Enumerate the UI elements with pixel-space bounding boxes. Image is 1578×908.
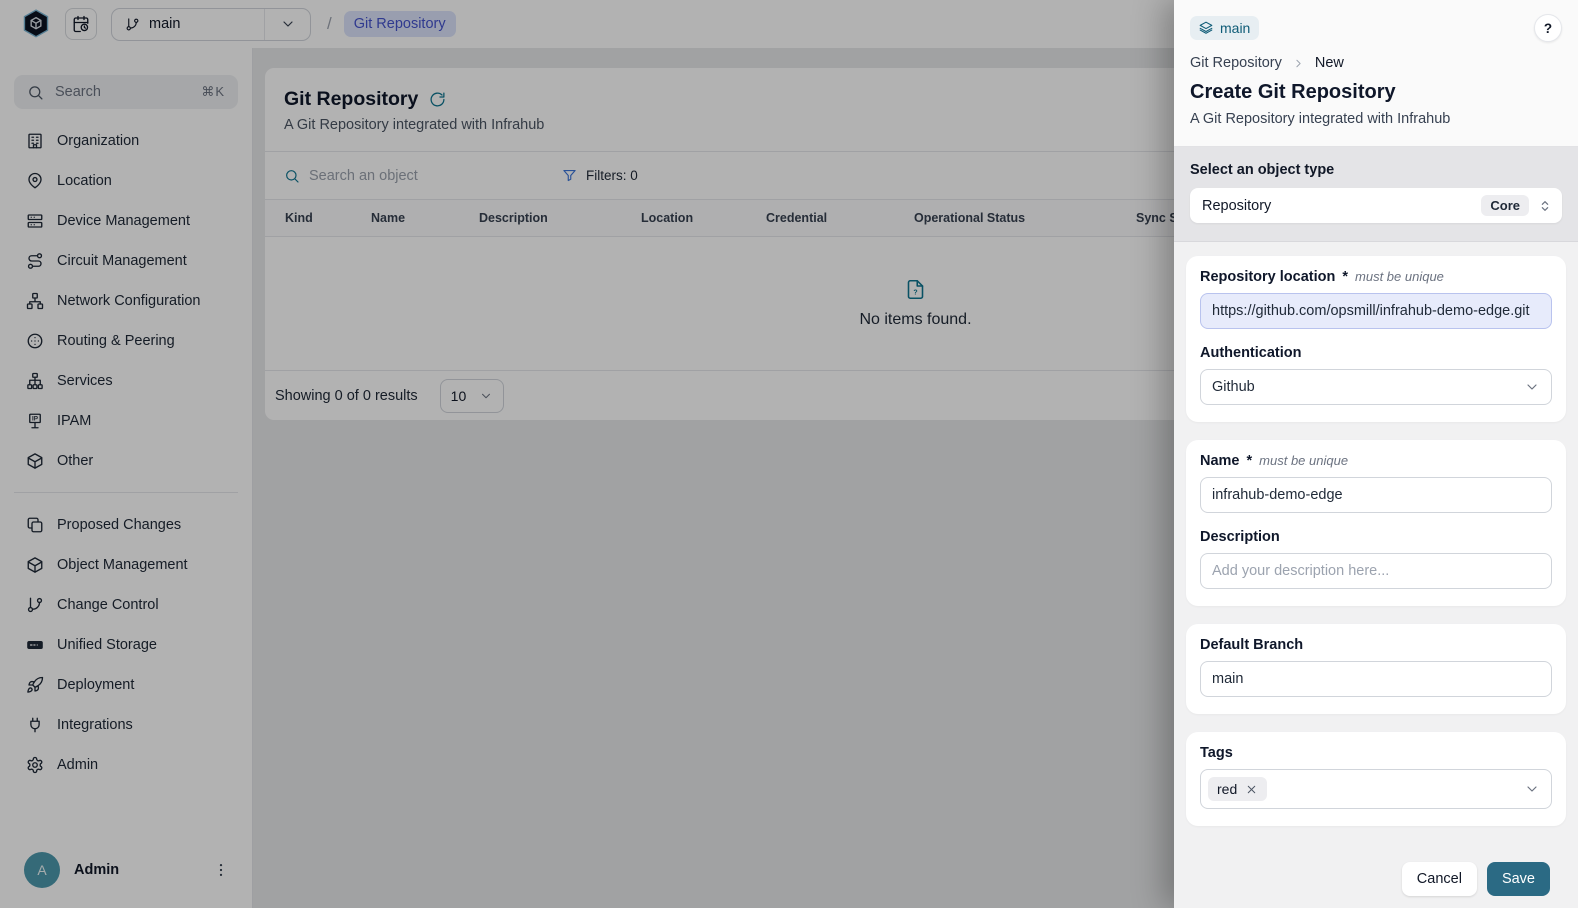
required-mark: * (1247, 453, 1253, 469)
field-label-description: Description (1200, 529, 1280, 545)
field-hint: must be unique (1259, 453, 1348, 468)
layers-icon (1199, 21, 1213, 35)
object-type-select[interactable]: Repository Core (1190, 188, 1562, 223)
chevrons-up-down-icon (1537, 198, 1553, 214)
object-type-value: Repository (1202, 198, 1473, 214)
card-location-auth: Repository location * must be unique Aut… (1186, 256, 1566, 422)
tag-label: red (1217, 781, 1237, 797)
required-mark: * (1342, 269, 1348, 285)
chevron-down-icon (1524, 781, 1540, 797)
name-input[interactable] (1200, 477, 1552, 513)
drawer-breadcrumb-git-repository[interactable]: Git Repository (1190, 55, 1282, 71)
drawer-subtitle: A Git Repository integrated with Infrahu… (1190, 111, 1562, 127)
field-label-authentication: Authentication (1200, 345, 1302, 361)
default-branch-input[interactable] (1200, 661, 1552, 697)
drawer-header: main ? Git Repository New Create Git Rep… (1174, 0, 1578, 147)
tag-chip-red: red (1208, 777, 1267, 801)
tags-select[interactable]: red (1200, 769, 1552, 809)
authentication-value: Github (1212, 379, 1255, 395)
drawer-title: Create Git Repository (1190, 81, 1562, 104)
card-tags: Tags red (1186, 732, 1566, 826)
field-hint: must be unique (1355, 269, 1444, 284)
drawer-form: Repository location * must be unique Aut… (1174, 242, 1578, 908)
description-input[interactable] (1200, 553, 1552, 589)
drawer-breadcrumb: Git Repository New (1190, 55, 1562, 71)
authentication-select[interactable]: Github (1200, 369, 1552, 405)
chevron-down-icon (1524, 379, 1540, 395)
save-button[interactable]: Save (1487, 862, 1550, 896)
field-label-location: Repository location (1200, 269, 1335, 285)
repository-location-input[interactable] (1200, 293, 1552, 329)
object-type-label: Select an object type (1190, 162, 1562, 178)
card-name-description: Name * must be unique Description (1186, 440, 1566, 606)
tag-remove-button[interactable] (1245, 783, 1258, 796)
branch-badge-label: main (1220, 20, 1250, 36)
close-icon (1245, 783, 1258, 796)
drawer-footer: Cancel Save (1186, 844, 1566, 908)
field-label-default-branch: Default Branch (1200, 637, 1303, 653)
help-button[interactable]: ? (1534, 14, 1562, 42)
field-label-name: Name (1200, 453, 1240, 469)
cancel-button[interactable]: Cancel (1402, 862, 1477, 896)
field-label-tags: Tags (1200, 745, 1233, 761)
card-default-branch: Default Branch (1186, 624, 1566, 714)
object-type-section: Select an object type Repository Core (1174, 147, 1578, 242)
create-git-repository-drawer: main ? Git Repository New Create Git Rep… (1174, 0, 1578, 908)
branch-badge: main (1190, 16, 1259, 40)
chevron-right-icon (1292, 57, 1305, 70)
core-badge: Core (1481, 195, 1529, 216)
drawer-breadcrumb-new: New (1315, 55, 1344, 71)
